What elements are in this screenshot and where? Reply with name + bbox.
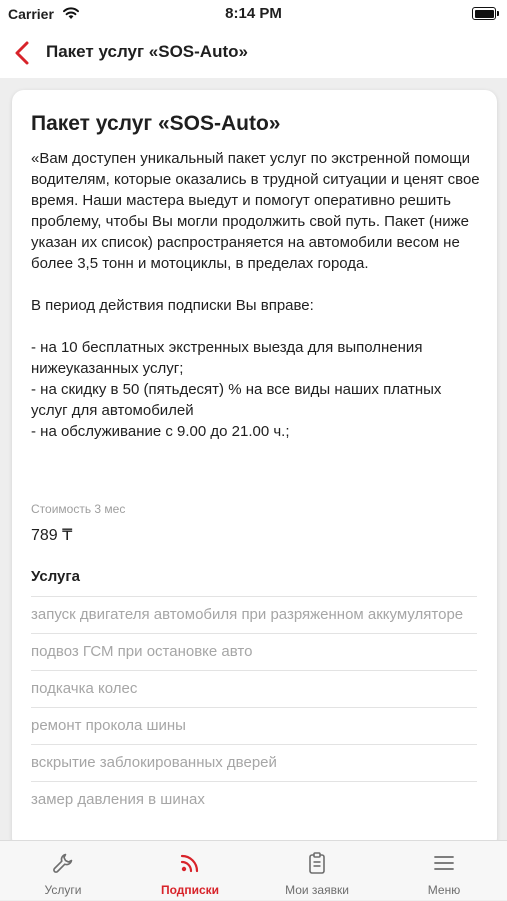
package-title: Пакет услуг «SOS-Auto» [31, 112, 281, 135]
nav-bar: Пакет услуг «SOS-Auto» [0, 28, 507, 78]
price-label: Стоимость 3 мес [31, 502, 126, 516]
package-card: Пакет услуг «SOS-Auto» «Вам доступен уни… [12, 90, 497, 850]
price-value: 789 ₸ [31, 527, 73, 544]
page-title: Пакет услуг «SOS-Auto» [46, 42, 248, 61]
service-item: подвоз ГСМ при остановке авто [31, 633, 477, 670]
service-item: замер давления в шинах [31, 781, 477, 818]
status-bar: Carrier 8:14 PM [0, 0, 507, 28]
tab-label: Мои заявки [285, 883, 349, 897]
back-chevron-icon[interactable] [10, 38, 38, 68]
menu-icon [434, 856, 454, 870]
package-description: «Вам доступен уникальный пакет услуг по … [31, 150, 480, 440]
tab-subscriptions[interactable]: Подписки [127, 841, 253, 901]
service-item: запуск двигателя автомобиля при разряжен… [31, 596, 477, 633]
service-item: ремонт прокола шины [31, 707, 477, 744]
battery-icon [472, 7, 499, 20]
tab-label: Меню [427, 883, 461, 897]
tab-label: Подписки [160, 883, 220, 897]
service-heading: Услуга [31, 568, 80, 585]
tab-bar: Услуги Подписки Мои заявки Меню [0, 840, 507, 900]
service-item: вскрытие заблокированных дверей [31, 744, 477, 781]
clipboard-icon [309, 852, 325, 874]
tab-my-requests[interactable]: Мои заявки [254, 841, 380, 901]
tab-menu[interactable]: Меню [381, 841, 507, 901]
tab-services[interactable]: Услуги [0, 841, 126, 901]
clock: 8:14 PM [225, 5, 282, 22]
service-list: запуск двигателя автомобиля при разряжен… [31, 596, 477, 818]
wrench-icon [53, 853, 73, 873]
tab-label: Услуги [44, 883, 82, 897]
rss-icon [180, 854, 199, 873]
service-item: подкачка колес [31, 670, 477, 707]
